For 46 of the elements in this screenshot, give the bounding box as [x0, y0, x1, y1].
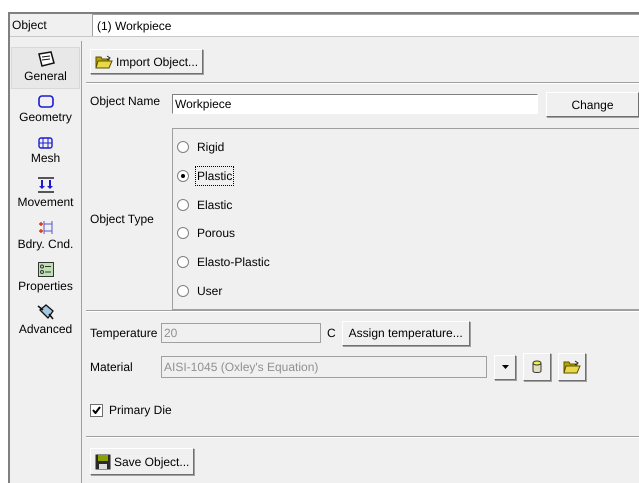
radio-label: Porous	[196, 225, 236, 242]
object-name-label: Object Name	[89, 93, 162, 110]
radio-label: Plastic	[195, 166, 234, 186]
object-type-label: Object Type	[90, 211, 154, 228]
sidebar-item[interactable]: Properties	[11, 257, 80, 299]
import-object-button[interactable]: Import Object...	[90, 49, 204, 74]
database-icon	[532, 360, 542, 374]
open-folder-button[interactable]	[558, 353, 586, 381]
sidebar-item[interactable]: Bdry. Cnd.	[11, 215, 80, 257]
sidebar-item[interactable]: Mesh	[11, 131, 80, 173]
object-select[interactable]: (1) Workpiece	[92, 14, 639, 36]
temperature-unit: C	[327, 325, 336, 342]
boundary-icon	[38, 220, 54, 234]
sidebar-item[interactable]: Geometry	[11, 89, 80, 131]
radio-label: User	[196, 282, 224, 300]
sidebar-item[interactable]: Movement	[11, 173, 80, 215]
primary-die-label: Primary Die	[109, 402, 172, 419]
radio-label: Rigid	[196, 139, 226, 156]
radio-button[interactable]	[177, 170, 189, 182]
dropdown-button[interactable]	[494, 354, 516, 380]
radio-button[interactable]	[177, 256, 189, 268]
press-icon	[36, 177, 54, 193]
temperature-label: Temperature	[89, 325, 158, 342]
sidebar-item[interactable]: Advanced	[11, 299, 80, 341]
radio-button[interactable]	[177, 141, 189, 154]
document-icon	[36, 51, 54, 67]
radio-button[interactable]	[177, 284, 189, 297]
primary-die-checkbox[interactable]	[90, 404, 103, 416]
tools-icon	[36, 302, 54, 320]
folder-icon	[563, 360, 581, 374]
material-label: Material	[89, 359, 134, 376]
grid-icon	[38, 137, 53, 149]
radio-label: Elastic	[196, 196, 234, 214]
radio-button[interactable]	[177, 227, 189, 240]
database-button[interactable]	[523, 353, 551, 381]
sidebar-item[interactable]: General	[11, 47, 80, 89]
radio-button[interactable]	[177, 198, 189, 211]
save-object-button[interactable]: Save Object...	[90, 448, 194, 475]
object-label: Object	[11, 17, 48, 34]
dropdown-arrow-icon	[502, 365, 508, 369]
folder-icon	[95, 54, 113, 68]
rectangle-icon	[38, 94, 54, 108]
object-name-field[interactable]: Workpiece	[172, 94, 538, 114]
radio-label: Elasto-Plastic	[196, 254, 271, 271]
change-button[interactable]: Change	[546, 92, 639, 117]
property-list-icon	[38, 262, 54, 276]
